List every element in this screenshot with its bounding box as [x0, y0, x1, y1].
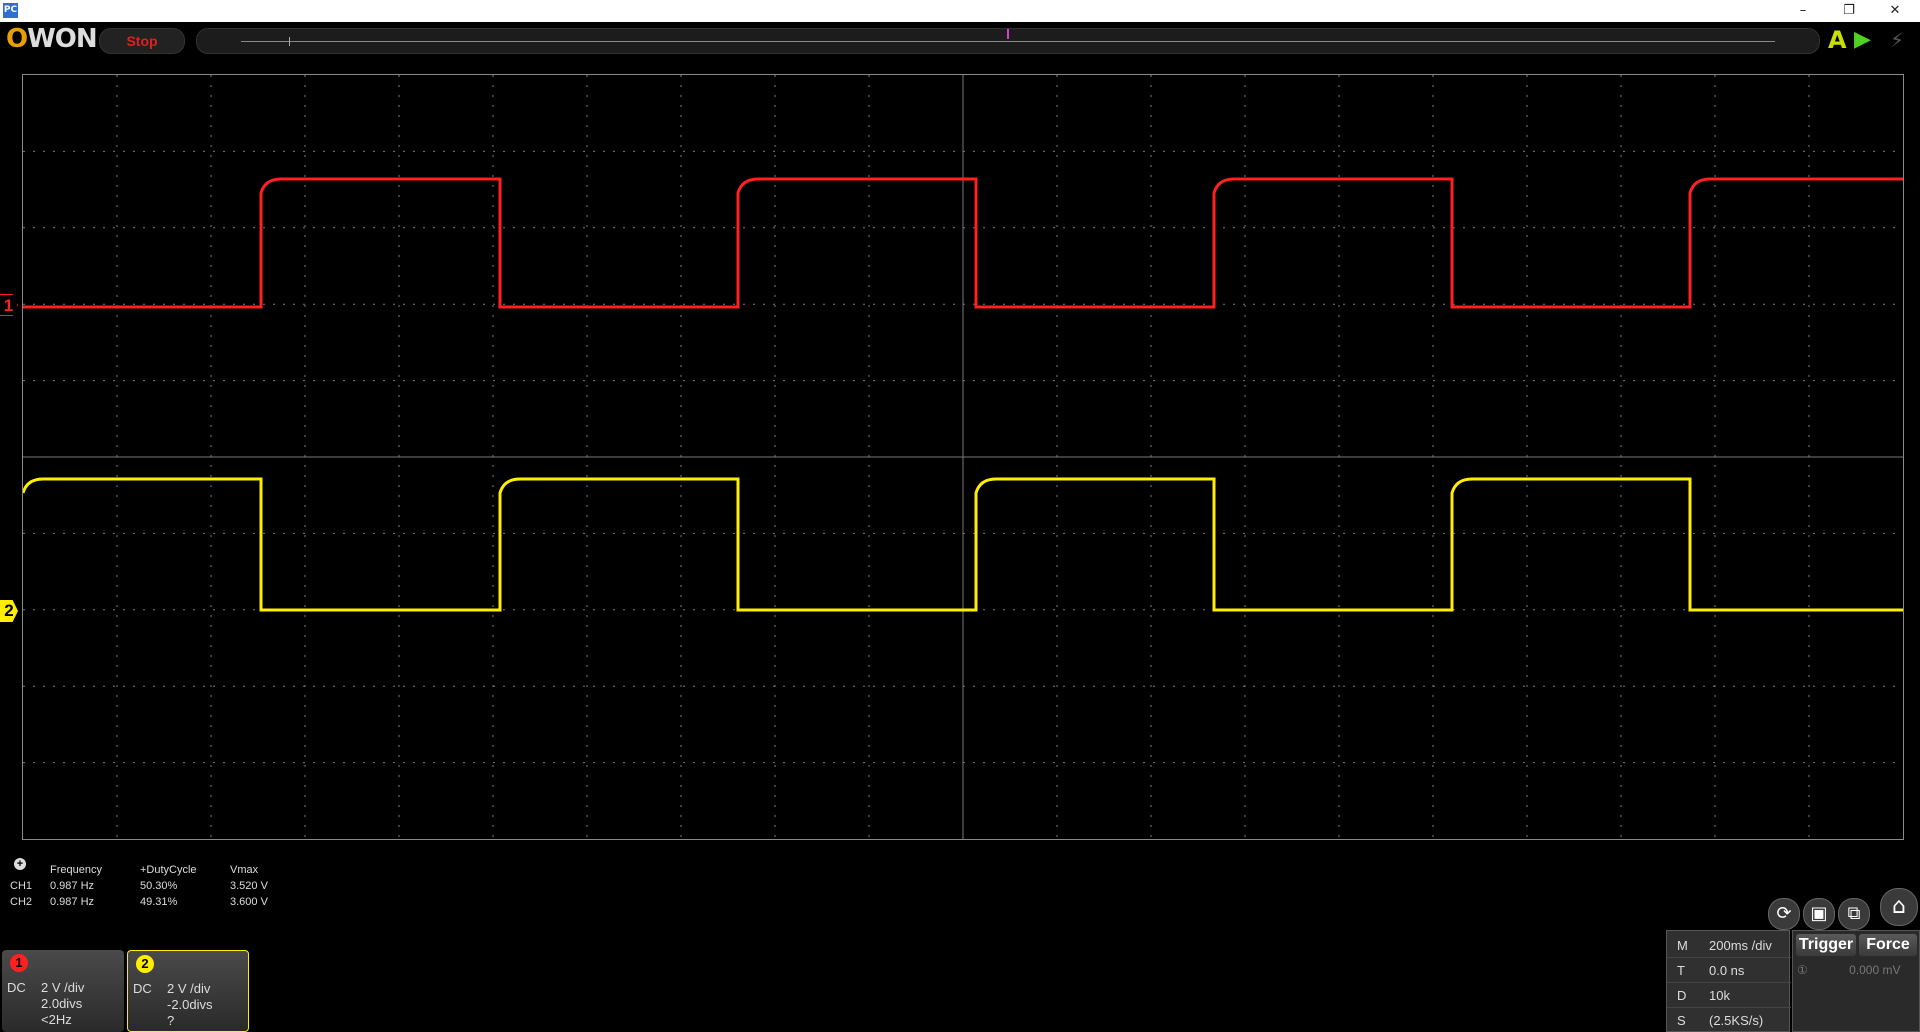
timebase-row-s[interactable]: S (2.5KS/s): [1667, 1008, 1791, 1032]
run-stop-button[interactable]: Stop: [99, 28, 185, 54]
trigger-position-marker[interactable]: [1007, 29, 1009, 39]
ch1-scale: 2 V /div: [41, 980, 85, 995]
run-icon[interactable]: ▶: [1854, 26, 1871, 54]
trigger-level[interactable]: ① 0.000 mV: [1797, 963, 1900, 977]
force-button[interactable]: Force: [1859, 934, 1917, 956]
timeline-line: [241, 41, 1775, 42]
timebase-key-m: M: [1677, 938, 1688, 953]
ch2-coupling: DC: [133, 981, 152, 996]
ch1-badge: 1: [10, 954, 28, 972]
measure-ch1-vmax: 3.520 V: [230, 880, 268, 892]
refresh-icon[interactable]: ⟳: [1768, 898, 1800, 930]
measure-header-vmax: Vmax: [230, 864, 259, 876]
ch1-coupling: DC: [7, 980, 26, 995]
waveform-display[interactable]: [22, 74, 1904, 840]
ch2-offset: -2.0divs: [167, 997, 213, 1012]
trigger-button[interactable]: Trigger: [1796, 934, 1856, 956]
save-icon[interactable]: ▣: [1803, 898, 1835, 930]
measure-ch1-frequency: 0.987 Hz: [50, 880, 95, 892]
bolt-icon[interactable]: ⚡: [1890, 26, 1904, 54]
timeline-window-tick: [289, 37, 290, 46]
measure-ch2-duty: 49.31%: [140, 896, 178, 908]
measure-header-frequency: Frequency: [50, 864, 102, 876]
timeline-bar[interactable]: [196, 28, 1820, 54]
logo-text: WON: [27, 24, 98, 54]
timebase-value-m: 200ms /div: [1709, 938, 1772, 953]
ch1-offset: 2.0divs: [41, 996, 83, 1011]
ch2-level-marker[interactable]: 2: [0, 600, 18, 622]
add-measure-icon[interactable]: +: [14, 858, 26, 870]
timebase-row-t[interactable]: T 0.0 ns: [1667, 958, 1791, 983]
owon-logo: OWON: [6, 24, 98, 54]
ch2-badge: 2: [136, 955, 154, 973]
app-icon: PC: [3, 3, 18, 18]
timebase-key-s: S: [1677, 1013, 1686, 1028]
close-button[interactable]: ✕: [1872, 0, 1918, 22]
measure-row-ch2-label: CH2: [10, 896, 33, 908]
timebase-row-d[interactable]: D 10k: [1667, 983, 1791, 1008]
timebase-row-m[interactable]: M 200ms /div: [1667, 933, 1791, 958]
measure-header-duty: +DutyCycle: [140, 864, 197, 876]
timebase-value-s: (2.5KS/s): [1709, 1013, 1764, 1028]
minimize-button[interactable]: –: [1780, 0, 1826, 22]
waveform-svg: [23, 75, 1903, 839]
window-icon[interactable]: ⧉: [1838, 898, 1870, 930]
measure-ch1-duty: 50.30%: [140, 880, 178, 892]
timebase-value-d: 10k: [1709, 988, 1730, 1003]
ch1-level-marker[interactable]: 1: [0, 294, 18, 316]
trigger-panel: Trigger Force ① 0.000 mV: [1792, 930, 1920, 1032]
measure-row-ch1-label: CH1: [10, 880, 33, 892]
title-bar: PC – ❐ ✕: [0, 0, 1920, 22]
timebase-panel[interactable]: M 200ms /div T 0.0 ns D 10k S (2.5KS/s): [1666, 930, 1791, 1032]
auto-set-icon[interactable]: A: [1828, 26, 1847, 54]
measure-ch2-vmax: 3.600 V: [230, 896, 268, 908]
ch2-settings-box[interactable]: 2 DC 2 V /div -2.0divs ?: [127, 950, 249, 1032]
ch1-frequency: <2Hz: [41, 1012, 72, 1027]
ch2-scale: 2 V /div: [167, 981, 211, 996]
ch2-frequency: ?: [167, 1013, 175, 1028]
timebase-key-t: T: [1677, 963, 1685, 978]
measure-ch2-frequency: 0.987 Hz: [50, 896, 95, 908]
trigger-source: ①: [1797, 963, 1808, 977]
trigger-level-value: 0.000 mV: [1849, 963, 1901, 977]
timebase-value-t: 0.0 ns: [1709, 963, 1745, 978]
home-icon[interactable]: ⌂: [1880, 888, 1918, 926]
ch1-settings-box[interactable]: 1 DC 2 V /div 2.0divs <2Hz: [2, 950, 124, 1032]
timebase-key-d: D: [1677, 988, 1687, 1003]
restore-button[interactable]: ❐: [1826, 0, 1872, 22]
